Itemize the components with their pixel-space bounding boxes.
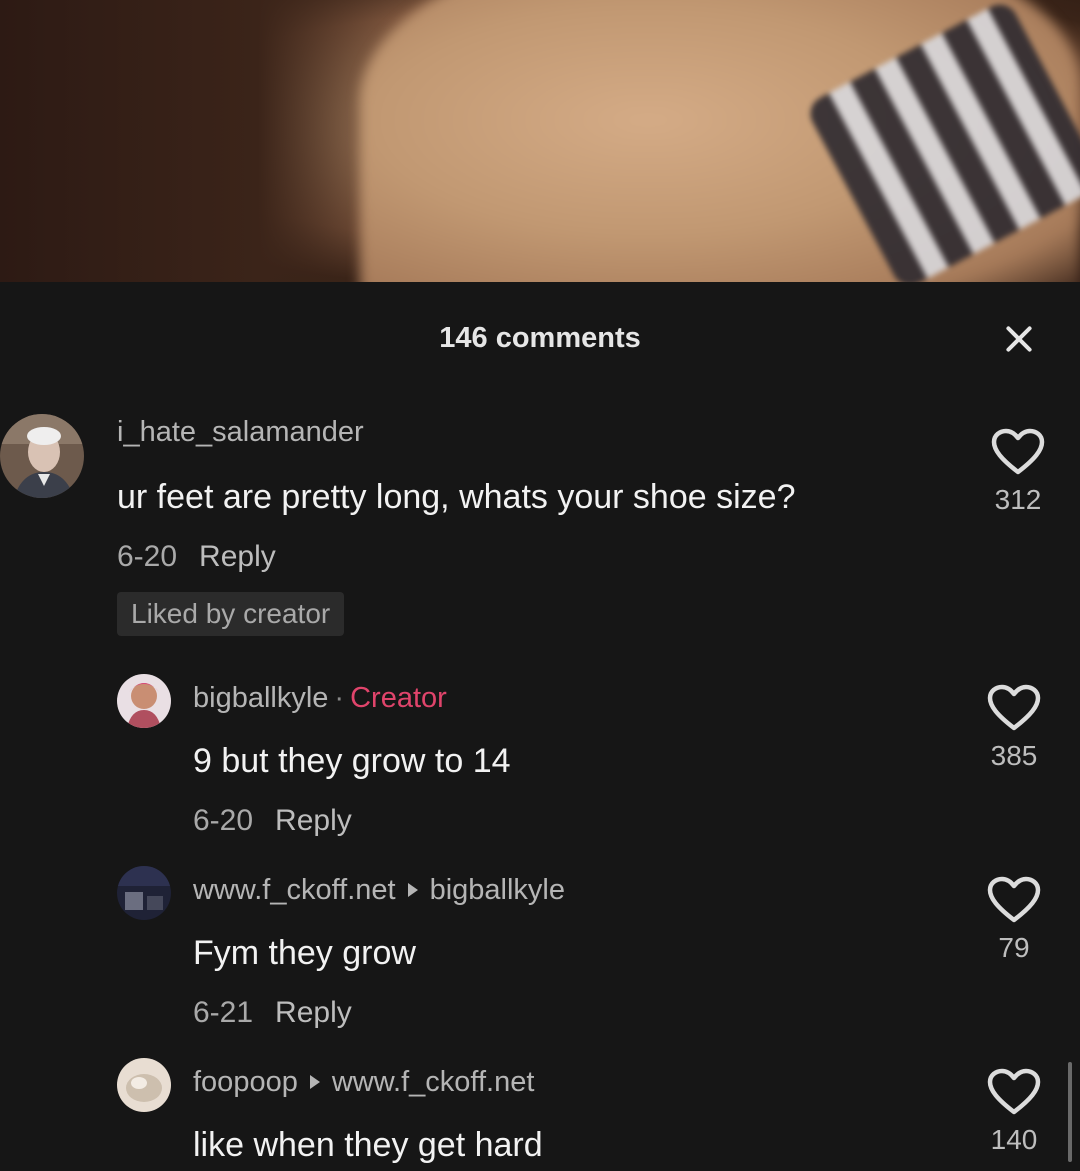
comment-text: Fym they grow — [193, 934, 416, 972]
like-count: 312 — [994, 484, 1042, 515]
comment-meta: 6-20 Reply — [117, 540, 276, 574]
reply-button[interactable]: Reply — [275, 996, 352, 1029]
comments-sheet: 146 comments i_hate_salamander ur feet a… — [0, 282, 1080, 1171]
comment-text: ur feet are pretty long, whats your shoe… — [117, 478, 796, 516]
comment-date: 6-20 — [193, 804, 254, 837]
comment-username[interactable]: i_hate_salamander — [117, 416, 364, 449]
like-group: 140 — [974, 1068, 1054, 1156]
like-count: 385 — [990, 740, 1038, 771]
heart-icon[interactable] — [987, 1068, 1041, 1116]
comment-username: bigballkyle · Creator — [193, 682, 447, 715]
reply-item: foopoop www.f_ckoff.net like when they ge… — [0, 1054, 1080, 1171]
username-text[interactable]: i_hate_salamander — [117, 416, 364, 448]
like-group: 79 — [974, 876, 1054, 964]
heart-icon[interactable] — [987, 684, 1041, 732]
creator-tag: Creator — [350, 682, 447, 714]
username-text[interactable]: bigballkyle — [193, 682, 328, 714]
avatar[interactable] — [117, 1058, 171, 1112]
triangle-right-icon — [309, 1075, 320, 1090]
username-text[interactable]: foopoop — [193, 1066, 298, 1098]
video-preview[interactable] — [0, 0, 1080, 282]
like-group: 385 — [974, 684, 1054, 772]
comment-username: foopoop www.f_ckoff.net — [193, 1066, 534, 1099]
heart-icon[interactable] — [991, 428, 1045, 476]
heart-icon[interactable] — [987, 876, 1041, 924]
scrollbar[interactable] — [1068, 1062, 1072, 1162]
comment-date: 6-20 — [117, 540, 178, 573]
like-group: 312 — [978, 428, 1058, 516]
avatar[interactable] — [117, 866, 171, 920]
avatar[interactable] — [0, 414, 84, 498]
comments-count: 146 comments — [439, 322, 641, 354]
comment-meta: 6-20 Reply — [193, 804, 352, 838]
triangle-right-icon — [407, 883, 418, 898]
liked-by-creator-badge: Liked by creator — [117, 592, 345, 636]
reply-to-username[interactable]: bigballkyle — [430, 874, 565, 906]
avatar[interactable] — [117, 674, 171, 728]
comment-date: 6-21 — [193, 996, 254, 1029]
comment-meta: 6-21 Reply — [193, 996, 352, 1030]
reply-item: www.f_ckoff.net bigballkyle Fym they grow… — [0, 862, 1080, 1042]
reply-button[interactable]: Reply — [275, 804, 352, 837]
reply-item: bigballkyle · Creator 9 but they grow to 1… — [0, 670, 1080, 850]
comment-item: i_hate_salamander ur feet are pretty lon… — [0, 408, 1080, 648]
separator-dot: · — [334, 682, 345, 714]
comment-text: like when they get hard — [193, 1126, 543, 1164]
like-count: 79 — [998, 932, 1030, 963]
reply-to-username[interactable]: www.f_ckoff.net — [332, 1066, 535, 1098]
comment-text: 9 but they grow to 14 — [193, 742, 511, 780]
close-icon[interactable] — [1002, 322, 1036, 356]
username-text[interactable]: www.f_ckoff.net — [193, 874, 396, 906]
comment-username: www.f_ckoff.net bigballkyle — [193, 874, 565, 907]
like-count: 140 — [990, 1124, 1038, 1155]
reply-button[interactable]: Reply — [199, 540, 276, 573]
comments-header: 146 comments — [0, 318, 1080, 358]
